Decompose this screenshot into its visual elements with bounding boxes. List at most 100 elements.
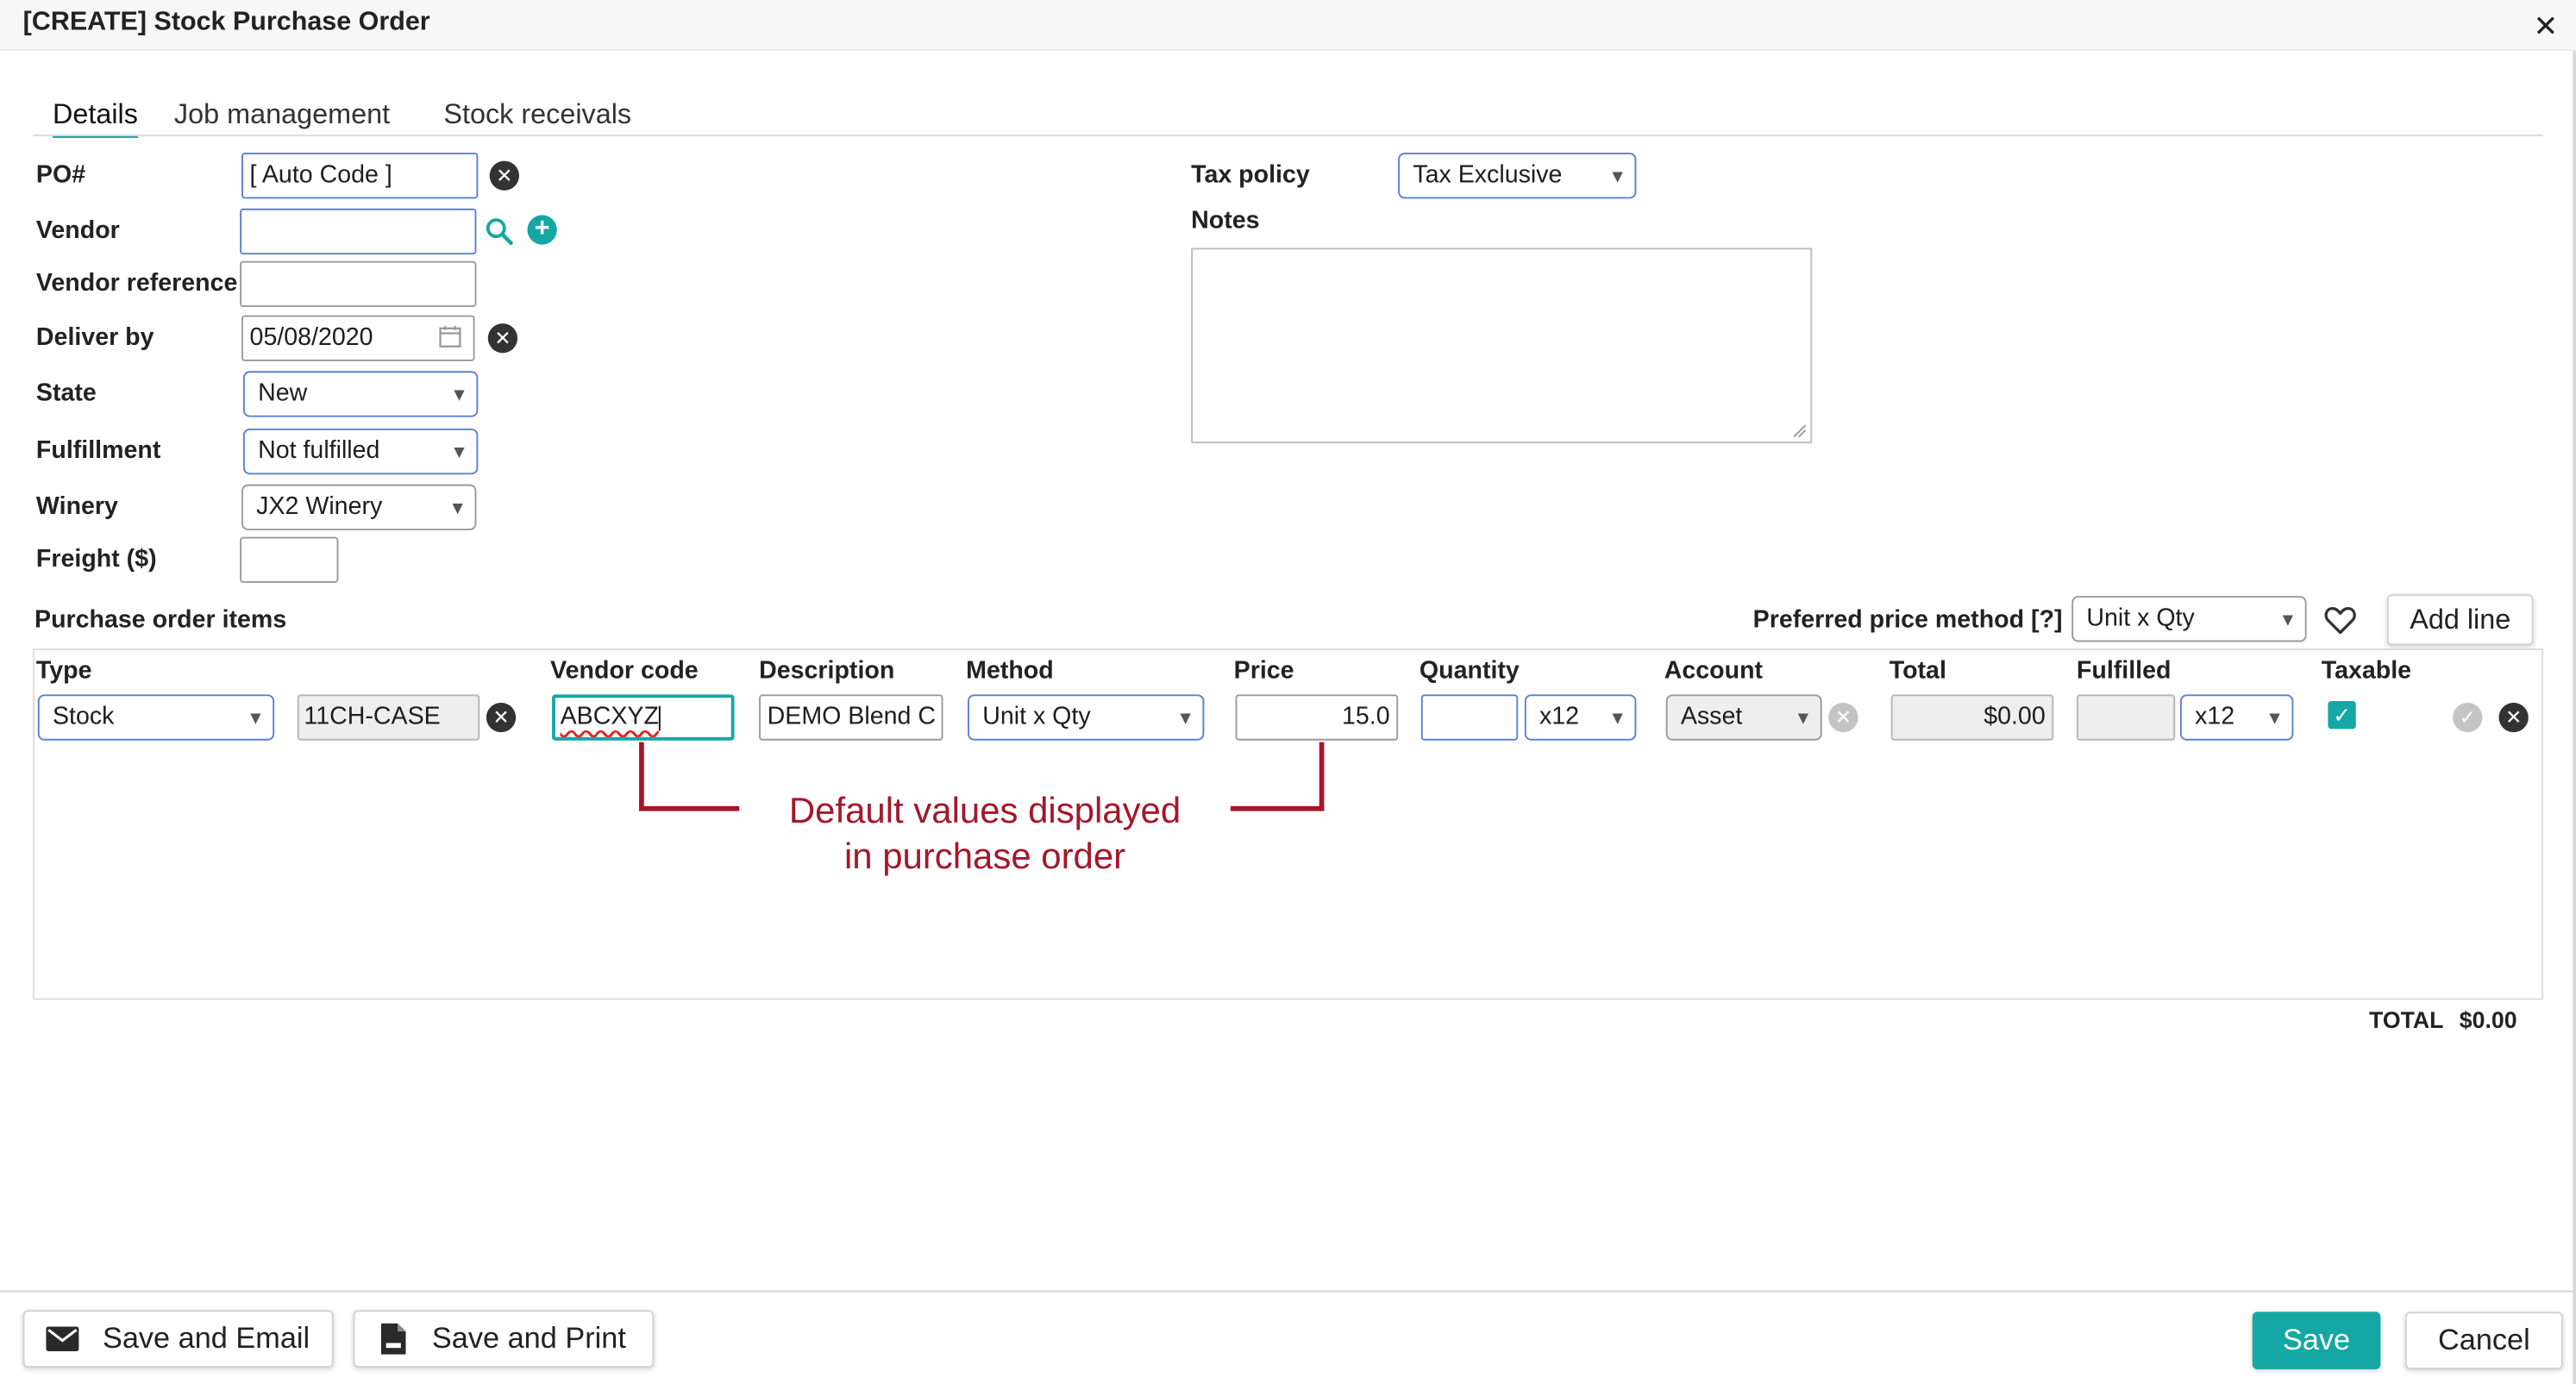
save-button[interactable]: Save xyxy=(2252,1312,2381,1369)
col-taxable: Taxable xyxy=(2321,656,2412,685)
col-account: Account xyxy=(1664,656,1764,685)
purchase-order-dialog: [CREATE] Stock Purchase Order ✕ Details … xyxy=(0,0,2576,1384)
envelope-icon xyxy=(47,1326,80,1351)
vendor-reference-input[interactable] xyxy=(240,260,477,308)
quantity-input[interactable] xyxy=(1420,694,1519,741)
notes-label: Notes xyxy=(1191,206,1260,235)
pdf-file-icon xyxy=(380,1323,406,1355)
account-value: Asset xyxy=(1680,702,1743,731)
state-label: State xyxy=(35,379,97,408)
quantity-unit-value: x12 xyxy=(1539,702,1580,731)
type-select[interactable]: Stock ▼ xyxy=(37,694,275,741)
taxable-checkbox[interactable]: ✓ xyxy=(2328,701,2356,730)
col-type: Type xyxy=(35,656,92,685)
winery-label: Winery xyxy=(35,492,118,521)
fulfilled-unit-select[interactable]: x12 ▼ xyxy=(2179,694,2294,741)
notes-textarea[interactable] xyxy=(1191,247,1813,444)
vendor-code-value: ABCXYZ xyxy=(560,702,659,731)
annotation-connector xyxy=(639,742,644,811)
heart-icon[interactable] xyxy=(2323,604,2358,636)
po-number-input[interactable]: [ Auto Code ] xyxy=(241,153,479,199)
preferred-price-method-label: Preferred price method [?] xyxy=(1752,605,2063,634)
clear-item-icon[interactable]: ✕ xyxy=(486,702,517,733)
close-icon[interactable]: ✕ xyxy=(2534,9,2559,44)
clear-account-icon[interactable]: ✕ xyxy=(1828,702,1858,733)
quantity-unit-select[interactable]: x12 ▼ xyxy=(1524,694,1637,741)
chevron-down-icon: ▼ xyxy=(2278,611,2297,631)
tab-details[interactable]: Details xyxy=(52,98,138,138)
state-select[interactable]: New ▼ xyxy=(242,371,479,417)
fulfilled-field xyxy=(2076,694,2176,741)
total-value: $0.00 xyxy=(2459,1006,2517,1033)
search-icon[interactable] xyxy=(485,216,514,246)
annotation-text-line2: in purchase order xyxy=(843,836,1126,877)
account-select[interactable]: Asset ▼ xyxy=(1665,694,1822,741)
preferred-price-method-value: Unit x Qty xyxy=(2086,604,2195,633)
save-and-email-label: Save and Email xyxy=(102,1321,310,1355)
description-input[interactable]: DEMO Blend C xyxy=(759,694,943,741)
state-value: New xyxy=(258,379,308,408)
deliver-by-label: Deliver by xyxy=(35,323,154,352)
winery-select[interactable]: JX2 Winery ▼ xyxy=(241,484,477,530)
clear-po-icon[interactable]: ✕ xyxy=(489,160,519,191)
fulfilled-unit-value: x12 xyxy=(2195,702,2235,731)
chevron-down-icon: ▼ xyxy=(1608,709,1626,730)
confirm-row-icon[interactable]: ✓ xyxy=(2453,702,2483,733)
save-and-print-label: Save and Print xyxy=(431,1321,626,1355)
chevron-down-icon: ▼ xyxy=(450,443,468,463)
calendar-icon[interactable] xyxy=(439,325,462,348)
dialog-title: [CREATE] Stock Purchase Order xyxy=(22,8,430,36)
chevron-down-icon: ▼ xyxy=(450,385,468,406)
price-input[interactable]: 15.0 xyxy=(1235,694,1399,741)
vendor-code-input[interactable]: ABCXYZ xyxy=(552,694,735,741)
tax-policy-value: Tax Exclusive xyxy=(1413,160,1563,189)
item-code-input[interactable]: 11CH-CASE xyxy=(297,694,480,741)
footer-divider xyxy=(0,1290,2576,1293)
col-vendor-code: Vendor code xyxy=(550,656,699,685)
fulfillment-select[interactable]: Not fulfilled ▼ xyxy=(242,428,479,475)
method-select[interactable]: Unit x Qty ▼ xyxy=(968,694,1205,741)
total-label: TOTAL xyxy=(2369,1006,2444,1033)
po-label: PO# xyxy=(35,160,86,189)
clear-date-icon[interactable]: ✕ xyxy=(487,323,518,354)
annotation-connector xyxy=(1319,742,1325,811)
chevron-down-icon: ▼ xyxy=(246,709,265,730)
tab-divider xyxy=(33,135,2543,137)
tab-job-management[interactable]: Job management xyxy=(174,98,390,131)
annotation-text-line1: Default values displayed xyxy=(788,789,1181,831)
delete-row-icon[interactable]: ✕ xyxy=(2498,702,2529,733)
purchase-order-items-label: Purchase order items xyxy=(34,605,287,634)
right-edge xyxy=(2573,51,2576,1384)
fulfillment-value: Not fulfilled xyxy=(258,436,380,465)
vendor-reference-label: Vendor reference xyxy=(35,269,238,297)
annotation-connector xyxy=(1230,805,1325,811)
text-caret xyxy=(658,705,661,730)
fulfillment-label: Fulfillment xyxy=(35,436,161,465)
chevron-down-icon: ▼ xyxy=(1176,709,1194,730)
deliver-by-value: 05/08/2020 xyxy=(249,323,373,352)
tax-policy-label: Tax policy xyxy=(1191,160,1310,189)
freight-input[interactable] xyxy=(240,536,339,583)
col-total: Total xyxy=(1889,656,1946,685)
resize-handle-icon[interactable] xyxy=(1792,423,1807,438)
chevron-down-icon: ▼ xyxy=(1794,709,1813,730)
vendor-input[interactable] xyxy=(240,208,477,255)
save-and-email-button[interactable]: Save and Email xyxy=(22,1310,334,1368)
winery-value: JX2 Winery xyxy=(256,492,383,521)
chevron-down-icon: ▼ xyxy=(1608,167,1626,188)
tax-policy-select[interactable]: Tax Exclusive ▼ xyxy=(1398,153,1637,199)
col-price: Price xyxy=(1233,656,1294,685)
freight-label: Freight ($) xyxy=(35,545,157,573)
chevron-down-icon: ▼ xyxy=(2266,709,2284,730)
add-line-button[interactable]: Add line xyxy=(2386,594,2534,646)
col-description: Description xyxy=(759,656,895,685)
preferred-price-method-select[interactable]: Unit x Qty ▼ xyxy=(2071,596,2307,642)
col-method: Method xyxy=(966,656,1054,685)
cancel-button[interactable]: Cancel xyxy=(2404,1312,2563,1369)
vendor-label: Vendor xyxy=(35,216,120,245)
save-and-print-button[interactable]: Save and Print xyxy=(353,1310,655,1368)
add-vendor-icon[interactable]: + xyxy=(527,215,557,245)
total-field: $0.00 xyxy=(1890,694,2054,741)
tab-stock-receivals[interactable]: Stock receivals xyxy=(443,98,631,131)
col-fulfilled: Fulfilled xyxy=(2076,656,2172,685)
